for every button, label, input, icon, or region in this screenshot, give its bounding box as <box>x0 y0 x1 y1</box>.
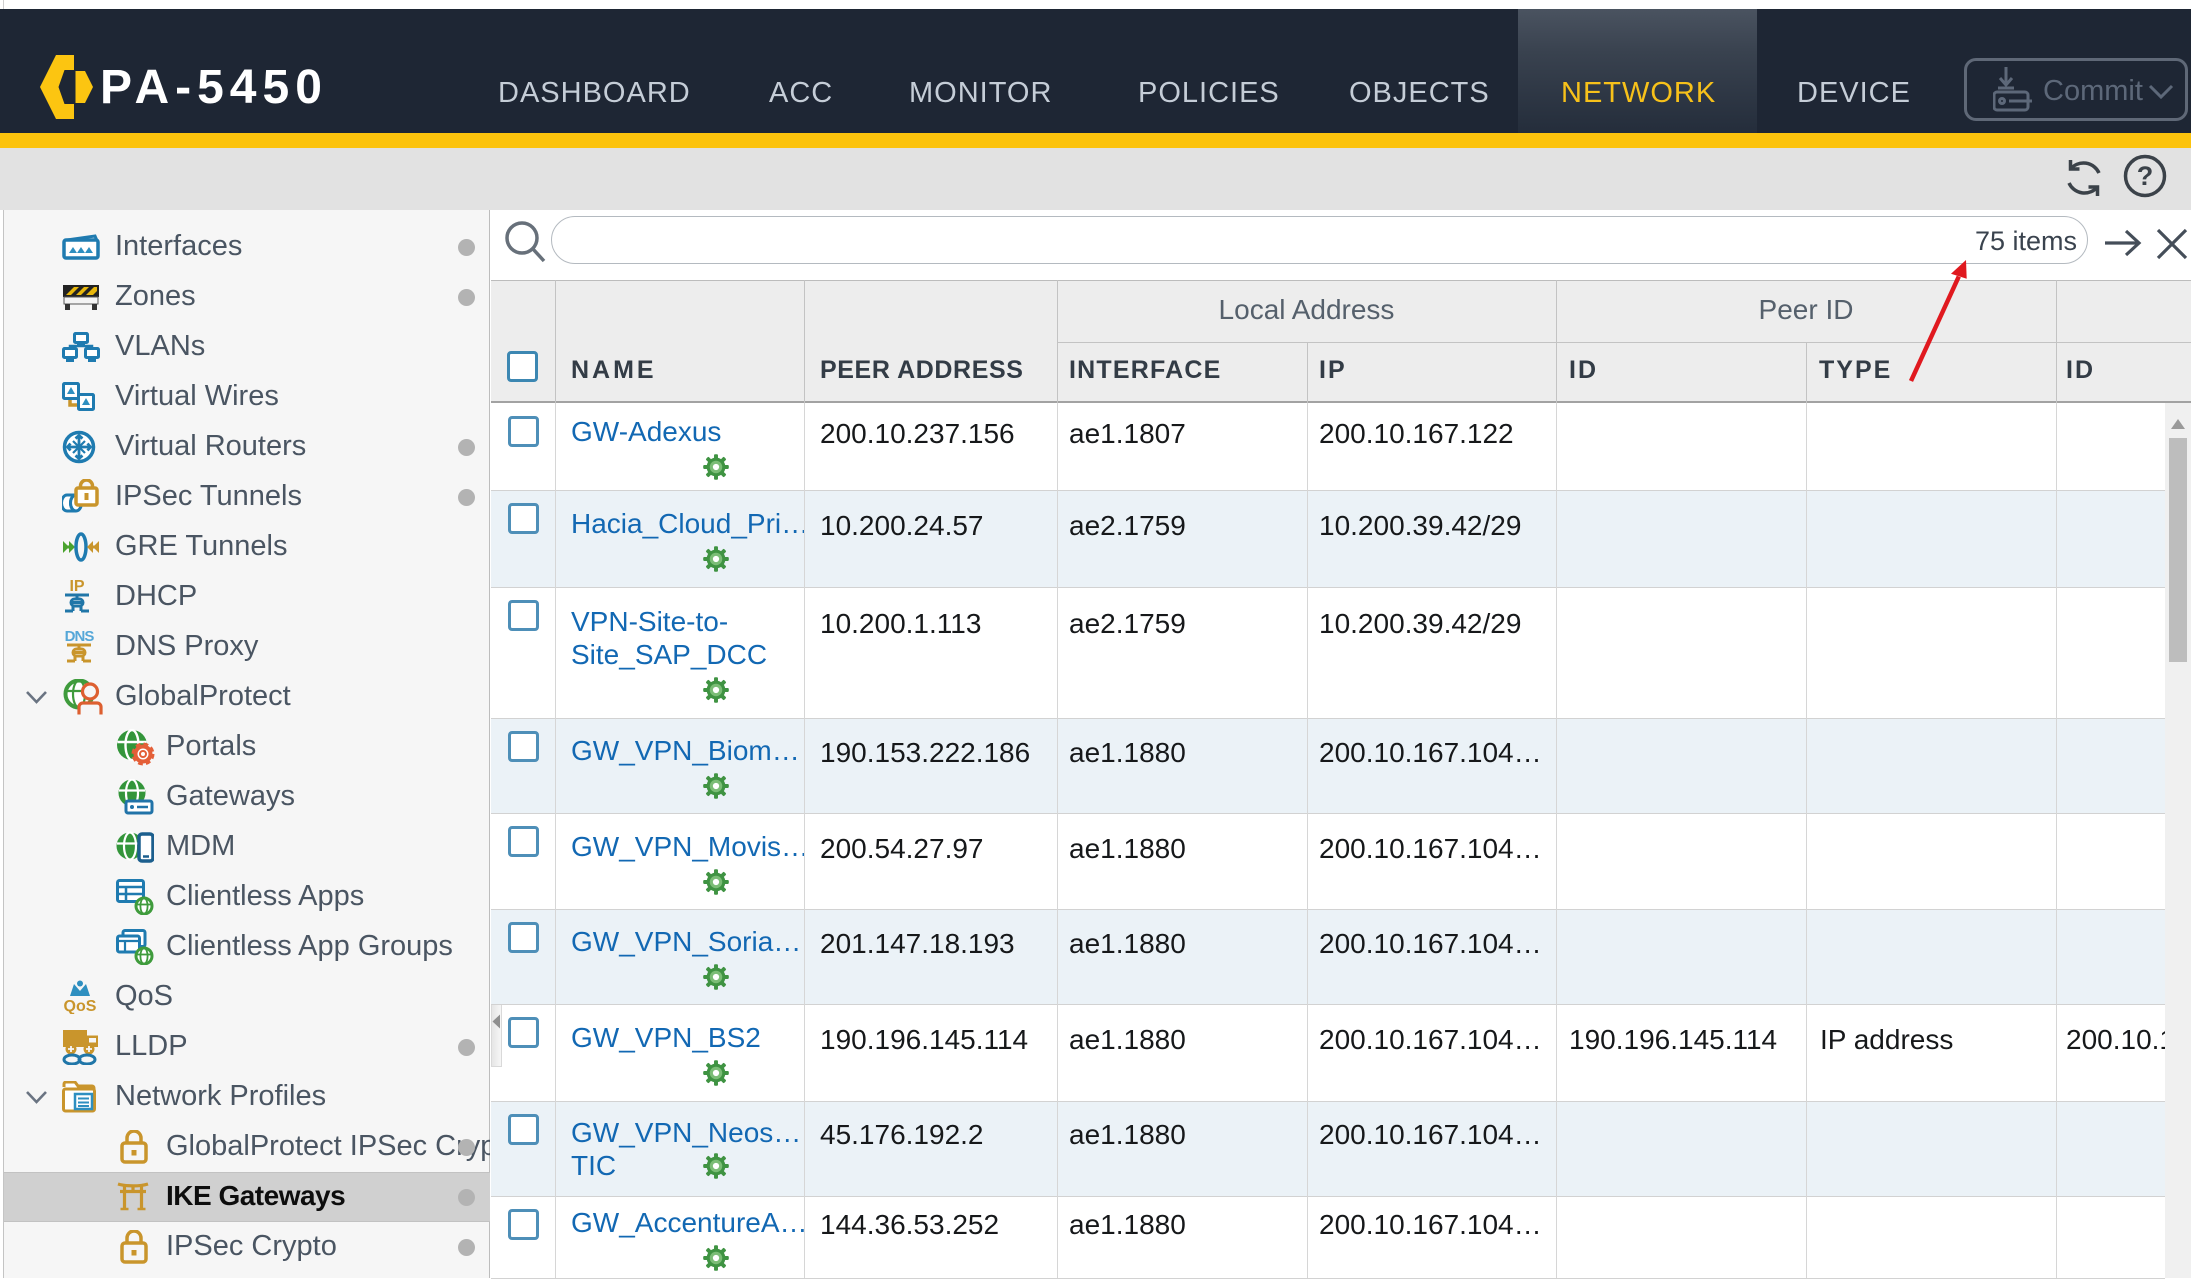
svg-text:?: ? <box>2137 161 2154 191</box>
svg-text:DNS: DNS <box>65 628 95 645</box>
svg-text:QoS: QoS <box>64 998 97 1014</box>
svg-text:IP: IP <box>69 578 84 595</box>
